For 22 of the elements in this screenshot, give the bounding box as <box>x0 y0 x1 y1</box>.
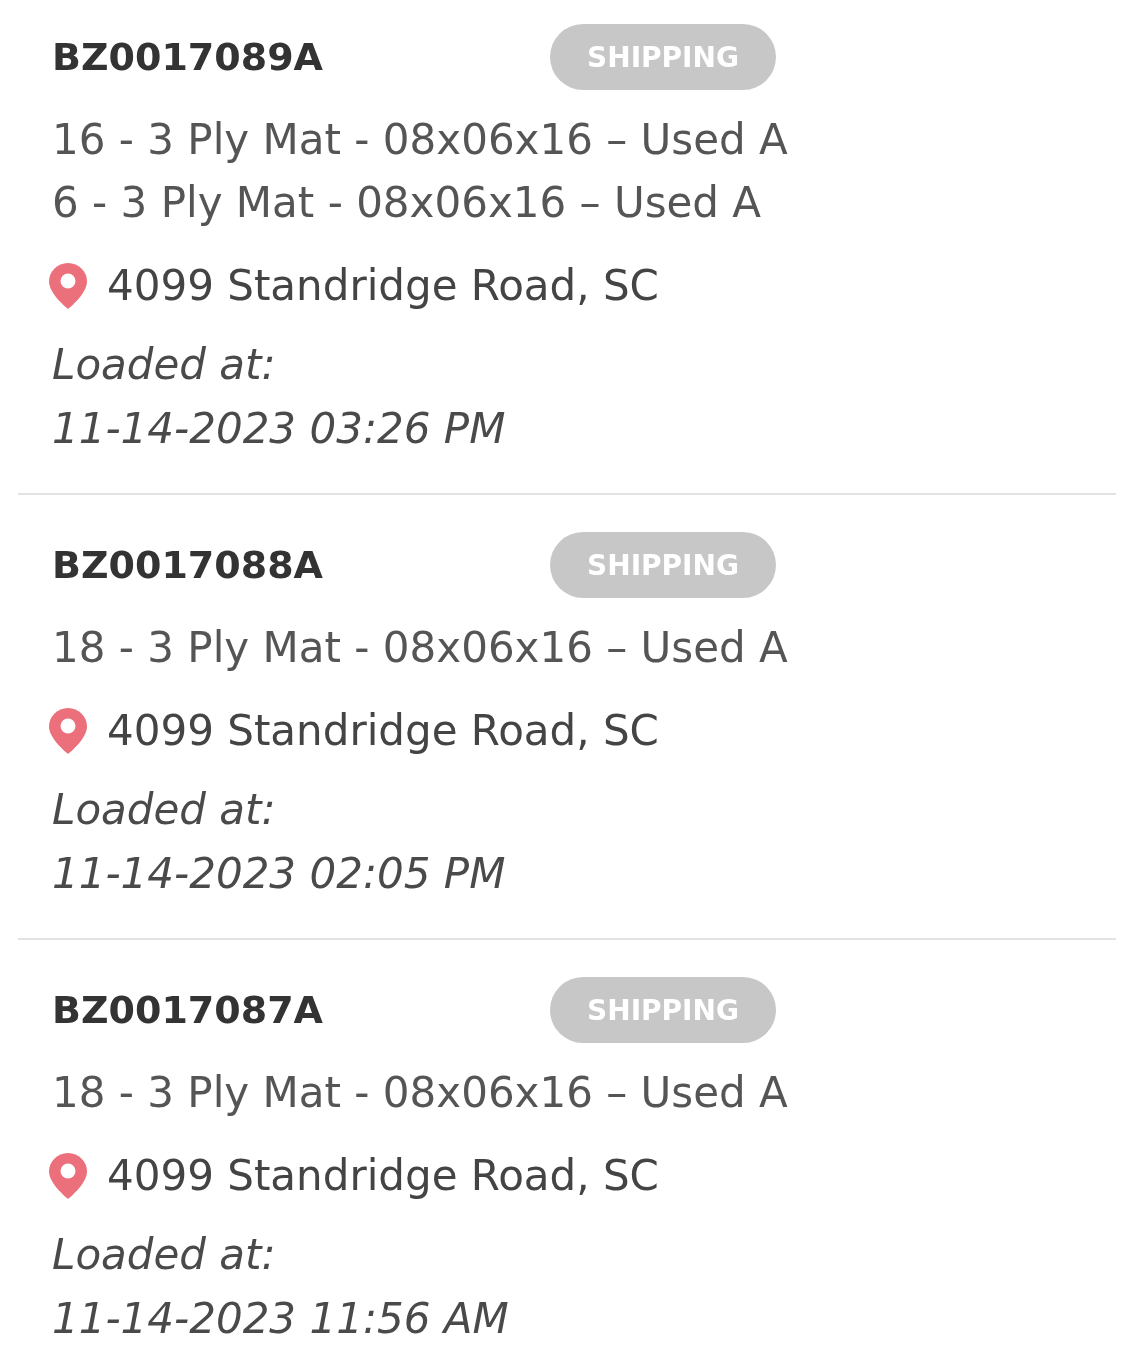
order-id: BZ0017089A <box>52 35 324 79</box>
location-pin-icon <box>49 707 87 754</box>
status-badge: SHIPPING <box>550 24 776 90</box>
loaded-label: Loaded at: <box>52 1229 277 1281</box>
address-text: 4099 Standridge Road, SC <box>107 1150 659 1202</box>
status-badge: SHIPPING <box>550 532 776 598</box>
loaded-time: 11-14-2023 02:05 PM <box>52 848 507 900</box>
address-text: 4099 Standridge Road, SC <box>107 705 659 757</box>
item-line: 16 - 3 Ply Mat - 08x06x16 – Used A <box>52 114 789 166</box>
loaded-time: 11-14-2023 03:26 PM <box>52 403 507 455</box>
order-id: BZ0017087A <box>52 988 324 1032</box>
loaded-time: 11-14-2023 11:56 AM <box>52 1293 510 1345</box>
loaded-label: Loaded at: <box>52 784 277 836</box>
location-pin-icon <box>49 262 87 309</box>
order-id: BZ0017088A <box>52 543 324 587</box>
item-line: 18 - 3 Ply Mat - 08x06x16 – Used A <box>52 1067 789 1119</box>
loaded-label: Loaded at: <box>52 339 277 391</box>
address-text: 4099 Standridge Road, SC <box>107 260 659 312</box>
location-pin-icon <box>49 1152 87 1199</box>
status-badge: SHIPPING <box>550 977 776 1043</box>
item-line: 6 - 3 Ply Mat - 08x06x16 – Used A <box>52 177 763 229</box>
item-line: 18 - 3 Ply Mat - 08x06x16 – Used A <box>52 622 789 674</box>
